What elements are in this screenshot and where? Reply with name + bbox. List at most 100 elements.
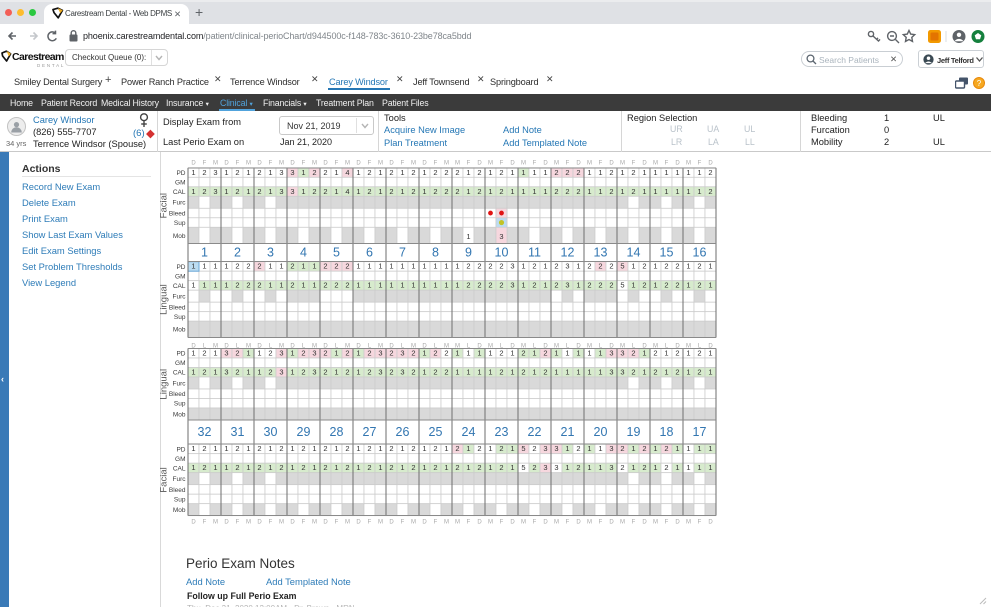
svg-text:D: D: [224, 520, 229, 526]
svg-text:2: 2: [334, 281, 338, 290]
svg-text:GM: GM: [175, 456, 185, 463]
svg-text:1: 1: [268, 444, 272, 453]
svg-text:1: 1: [598, 444, 602, 453]
svg-text:2: 2: [235, 168, 239, 177]
svg-text:11: 11: [528, 246, 541, 260]
svg-text:3: 3: [213, 187, 217, 196]
svg-text:1: 1: [411, 281, 415, 290]
svg-text:2: 2: [554, 281, 558, 290]
svg-text:1: 1: [708, 349, 712, 358]
svg-text:M: M: [587, 161, 592, 167]
svg-text:F: F: [467, 161, 471, 167]
svg-text:2: 2: [235, 262, 239, 271]
svg-text:2: 2: [202, 349, 206, 358]
svg-text:2: 2: [301, 444, 305, 453]
svg-text:1: 1: [466, 232, 470, 241]
svg-text:1: 1: [532, 368, 536, 377]
svg-text:5: 5: [620, 281, 624, 290]
svg-text:GM: GM: [175, 273, 185, 280]
svg-text:3: 3: [312, 349, 316, 358]
svg-text:2: 2: [631, 349, 635, 358]
svg-text:2: 2: [499, 168, 503, 177]
svg-text:1: 1: [444, 444, 448, 453]
svg-text:1: 1: [389, 281, 393, 290]
svg-text:1: 1: [576, 262, 580, 271]
svg-text:2: 2: [499, 444, 503, 453]
svg-text:2: 2: [246, 262, 250, 271]
svg-text:14: 14: [627, 246, 641, 260]
svg-text:D: D: [191, 161, 196, 167]
svg-text:1: 1: [466, 368, 470, 377]
svg-text:2: 2: [246, 281, 250, 290]
svg-text:2: 2: [576, 463, 580, 472]
svg-text:1: 1: [631, 281, 635, 290]
svg-text:Mob: Mob: [173, 411, 186, 418]
svg-text:2: 2: [444, 349, 448, 358]
svg-text:2: 2: [290, 262, 294, 271]
svg-text:29: 29: [297, 425, 311, 439]
svg-text:1: 1: [697, 168, 701, 177]
svg-text:3: 3: [609, 444, 613, 453]
svg-text:1: 1: [488, 349, 492, 358]
svg-text:1: 1: [543, 281, 547, 290]
svg-text:1: 1: [477, 368, 481, 377]
svg-text:Mob: Mob: [173, 327, 186, 334]
svg-text:2: 2: [620, 463, 624, 472]
svg-text:F: F: [665, 161, 669, 167]
svg-text:2: 2: [477, 463, 481, 472]
svg-text:7: 7: [399, 246, 406, 260]
svg-text:2: 2: [554, 262, 558, 271]
svg-text:1: 1: [455, 281, 459, 290]
svg-text:M: M: [554, 520, 559, 526]
svg-text:M: M: [554, 161, 559, 167]
svg-text:F: F: [269, 520, 273, 526]
svg-text:M: M: [455, 520, 460, 526]
svg-text:1: 1: [697, 187, 701, 196]
svg-text:1: 1: [488, 368, 492, 377]
svg-text:D: D: [191, 520, 196, 526]
svg-text:F: F: [533, 520, 537, 526]
svg-text:2: 2: [323, 463, 327, 472]
svg-text:F: F: [302, 520, 306, 526]
svg-text:1: 1: [686, 444, 690, 453]
svg-text:1: 1: [400, 281, 404, 290]
svg-text:M: M: [411, 161, 416, 167]
svg-text:3: 3: [609, 368, 613, 377]
svg-text:1: 1: [510, 168, 514, 177]
svg-text:1: 1: [598, 168, 602, 177]
svg-text:Mob: Mob: [173, 507, 186, 514]
svg-text:D: D: [477, 161, 482, 167]
svg-text:Bleed: Bleed: [169, 304, 186, 311]
svg-text:2: 2: [576, 187, 580, 196]
svg-text:2: 2: [411, 187, 415, 196]
svg-text:2: 2: [367, 168, 371, 177]
svg-text:1: 1: [455, 262, 459, 271]
svg-text:F: F: [434, 520, 438, 526]
svg-text:Bleed: Bleed: [169, 391, 186, 398]
svg-text:1: 1: [686, 168, 690, 177]
svg-text:D: D: [543, 161, 548, 167]
svg-text:GM: GM: [175, 179, 185, 186]
svg-text:F: F: [566, 161, 570, 167]
svg-text:1: 1: [554, 368, 558, 377]
svg-text:2: 2: [609, 262, 613, 271]
svg-text:1: 1: [290, 349, 294, 358]
svg-text:M: M: [246, 520, 251, 526]
svg-text:1: 1: [587, 349, 591, 358]
svg-text:GM: GM: [175, 360, 185, 367]
svg-text:1: 1: [631, 444, 635, 453]
svg-text:2: 2: [708, 168, 712, 177]
svg-text:Facial: Facial: [159, 467, 170, 492]
svg-text:1: 1: [422, 281, 426, 290]
svg-text:1: 1: [697, 444, 701, 453]
svg-text:1: 1: [246, 368, 250, 377]
svg-text:1: 1: [664, 349, 668, 358]
svg-text:M: M: [279, 161, 284, 167]
svg-text:1: 1: [224, 463, 228, 472]
svg-text:M: M: [378, 161, 383, 167]
svg-text:D: D: [576, 161, 581, 167]
svg-text:D: D: [290, 161, 295, 167]
svg-text:2: 2: [433, 444, 437, 453]
svg-text:1: 1: [532, 168, 536, 177]
svg-text:1: 1: [224, 187, 228, 196]
